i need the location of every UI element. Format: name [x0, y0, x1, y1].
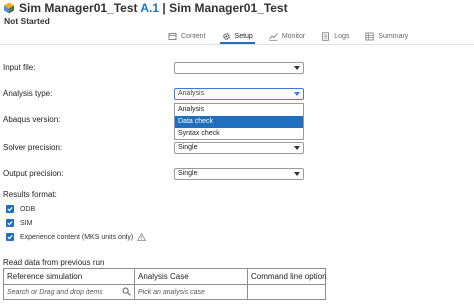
sim-label: SIM	[20, 219, 33, 227]
chevron-down-icon	[294, 146, 300, 150]
odb-checkbox[interactable]	[6, 205, 14, 213]
previous-run-table: Reference simulation Analysis Case Comma…	[3, 268, 326, 300]
input-file-label: Input file:	[3, 63, 36, 72]
solver-precision-select[interactable]: Single	[174, 142, 304, 154]
search-icon[interactable]	[122, 287, 131, 296]
output-precision-value: Single	[178, 170, 198, 177]
tab-label: Content	[181, 32, 206, 40]
column-header-analysis-case: Analysis Case	[138, 272, 189, 281]
output-precision-select[interactable]: Single	[174, 168, 304, 180]
tab-label: Summary	[378, 32, 409, 40]
gear-icon	[222, 32, 231, 41]
tab-setup[interactable]: Setup	[214, 29, 261, 44]
status-text: Not Started	[4, 16, 50, 26]
odb-label: ODB	[20, 205, 36, 213]
tab-logs[interactable]: Logs	[313, 29, 357, 43]
analysis-type-dropdown: Analysis Data check Syntax check	[174, 103, 304, 140]
page-title: Sim Manager01_Test A.1 | Sim Manager01_T…	[19, 1, 288, 15]
analysis-type-label: Analysis type:	[3, 89, 53, 98]
tab-monitor[interactable]: Monitor	[261, 29, 313, 43]
tab-summary[interactable]: Summary	[357, 29, 416, 43]
simulation-app-icon	[3, 2, 15, 14]
option-syntax-check[interactable]: Syntax check	[175, 128, 303, 140]
content-icon	[168, 32, 177, 41]
previous-run-label: Read data from previous run	[3, 258, 105, 267]
experience-content-checkbox[interactable]	[6, 233, 14, 241]
title-context: | Sim Manager01_Test	[159, 1, 288, 15]
input-file-select[interactable]	[174, 62, 304, 74]
title-name: Sim Manager01_Test	[19, 1, 141, 15]
sim-checkbox[interactable]	[6, 219, 14, 227]
option-data-check[interactable]: Data check	[175, 116, 303, 128]
revision-link[interactable]: A.1	[140, 1, 159, 15]
tab-bar: Content Setup Monitor Logs Summary	[160, 29, 416, 44]
experience-content-checkbox-row[interactable]: Experience content (MKS units only)	[6, 232, 147, 241]
tab-label: Monitor	[281, 32, 306, 40]
chevron-down-icon	[294, 92, 300, 96]
tab-content[interactable]: Content	[160, 29, 214, 43]
logs-icon	[321, 31, 330, 41]
tab-divider	[0, 44, 474, 45]
column-header-command-line-option: Command line option	[251, 272, 326, 281]
reference-simulation-input[interactable]: Search or Drag and drop items	[4, 285, 119, 300]
header: Sim Manager01_Test A.1 | Sim Manager01_T…	[0, 0, 474, 28]
solver-precision-value: Single	[178, 144, 198, 151]
analysis-case-input[interactable]: Pick an analysis case	[135, 285, 247, 300]
option-analysis[interactable]: Analysis	[175, 104, 303, 116]
output-precision-label: Output precision:	[3, 169, 64, 178]
summary-icon	[365, 32, 374, 41]
sim-checkbox-row[interactable]: SIM	[6, 219, 32, 227]
abaqus-version-label: Abaqus version:	[3, 115, 61, 124]
analysis-type-select[interactable]: Analysis	[174, 88, 304, 100]
odb-checkbox-row[interactable]: ODB	[6, 205, 35, 213]
column-header-reference-simulation: Reference simulation	[7, 272, 83, 281]
chevron-down-icon	[294, 172, 300, 176]
tab-label: Setup	[234, 32, 253, 40]
warning-icon	[137, 232, 147, 241]
chevron-down-icon	[294, 66, 300, 70]
solver-precision-label: Solver precision:	[3, 143, 63, 152]
tab-label: Logs	[334, 32, 350, 40]
results-format-label: Results format:	[3, 190, 57, 199]
analysis-type-value: Analysis	[178, 90, 205, 97]
command-line-option-input[interactable]	[248, 285, 326, 300]
monitor-icon	[268, 32, 278, 41]
experience-content-label: Experience content (MKS units only)	[20, 233, 134, 241]
